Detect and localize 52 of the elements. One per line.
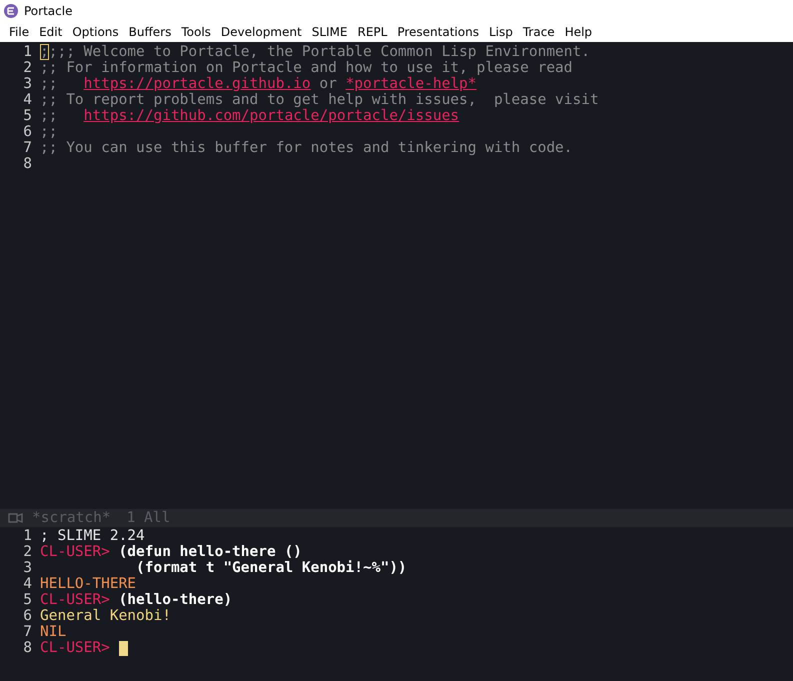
- line-number: 5: [22, 108, 33, 124]
- line-number: 1: [22, 44, 33, 60]
- input-code: (defun hello-there (): [118, 544, 302, 560]
- line-number: 4: [22, 576, 33, 592]
- link[interactable]: https://portacle.github.io: [84, 76, 311, 92]
- line-number: 6: [22, 124, 33, 140]
- window-title: Portacle: [24, 4, 72, 18]
- comment-text: ;;; Welcome to Portacle, the Portable Common Lisp Environment.: [48, 44, 590, 60]
- menu-item[interactable]: Help: [560, 25, 598, 39]
- line-number: 7: [22, 624, 33, 640]
- repl-prompt: CL-USER>: [40, 592, 110, 608]
- menu-item[interactable]: Presentations: [392, 25, 484, 39]
- comment-text: ;; You can use this buffer for notes and tinkering with code.: [40, 140, 573, 156]
- line-number: 8: [22, 640, 33, 656]
- menu-item[interactable]: File: [4, 25, 34, 39]
- line-number: 3: [22, 76, 33, 92]
- output-text: ; SLIME 2.24: [40, 528, 145, 544]
- comment-text: ;;: [40, 76, 58, 92]
- menu-item[interactable]: Edit: [34, 25, 68, 39]
- result-text: NIL: [40, 624, 66, 640]
- line-number: 5: [22, 592, 33, 608]
- menu-item[interactable]: Tools: [176, 25, 216, 39]
- repl-prompt: CL-USER>: [40, 544, 110, 560]
- line-number: 4: [22, 92, 33, 108]
- input-code: (hello-there): [118, 592, 232, 608]
- line-number: 1: [22, 528, 33, 544]
- line-number: 6: [22, 608, 33, 624]
- line-number: 7: [22, 140, 33, 156]
- menu-item[interactable]: SLIME: [306, 25, 352, 39]
- comment-text: ;; For information on Portacle and how to use it, please read: [40, 60, 573, 76]
- input-code: (format t "General Kenobi!~%")): [135, 560, 407, 576]
- comment-text: ;; To report problems and to get help with issues, please visit: [40, 92, 599, 108]
- line-number: 2: [22, 60, 33, 76]
- comment-text: ;;: [40, 108, 58, 124]
- link[interactable]: https://github.com/portacle/portacle/issues: [84, 108, 460, 124]
- menu-item[interactable]: REPL: [352, 25, 392, 39]
- menu-item[interactable]: Buffers: [124, 25, 176, 39]
- line-number: 8: [22, 156, 33, 172]
- comment-text: or: [318, 76, 338, 92]
- line-number: 2: [22, 544, 33, 560]
- line-number: 3: [22, 560, 33, 576]
- menu-item[interactable]: Lisp: [484, 25, 518, 39]
- menu-item[interactable]: Trace: [518, 25, 560, 39]
- app-logo-icon: [4, 4, 18, 18]
- output-text: General Kenobi!: [40, 608, 171, 624]
- menu-item[interactable]: Options: [67, 25, 124, 39]
- menu-item[interactable]: Development: [216, 25, 307, 39]
- repl-prompt: CL-USER>: [40, 640, 110, 656]
- cursor: ;: [40, 44, 49, 60]
- comment-text: ;;: [40, 124, 58, 140]
- link[interactable]: *portacle-help*: [346, 76, 477, 92]
- result-text: HELLO-THERE: [40, 576, 136, 592]
